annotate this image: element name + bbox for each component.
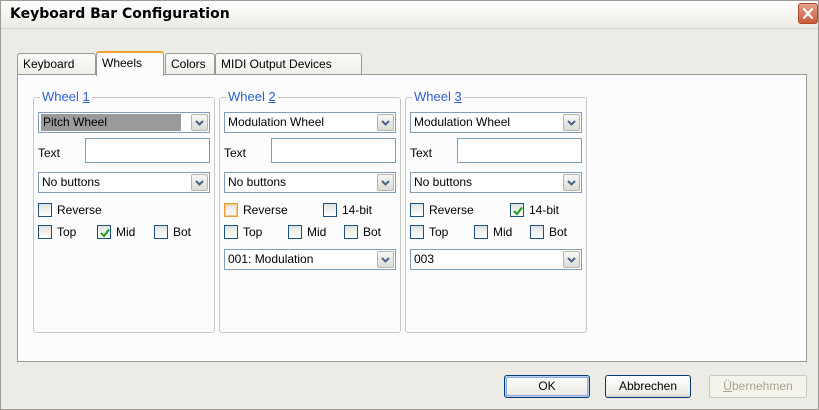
wheel-1-type-select[interactable]: Pitch Wheel — [38, 112, 210, 133]
wheel-2-type-select[interactable]: Modulation Wheel — [224, 112, 396, 133]
tab-wheels[interactable]: Wheels — [96, 51, 164, 76]
wheel-3-mid-checkbox[interactable] — [474, 225, 488, 239]
wheel-3-buttons-value: No buttons — [414, 175, 473, 189]
wheel-3-top-checkbox[interactable] — [410, 225, 424, 239]
chevron-down-icon[interactable] — [377, 114, 394, 131]
cancel-button[interactable]: Abbrechen — [605, 375, 691, 398]
wheel-2-reverse-checkbox[interactable] — [224, 203, 238, 217]
wheel-1-buttons-select[interactable]: No buttons — [38, 172, 210, 193]
wheel-3-top-label: Top — [429, 225, 449, 239]
chevron-down-icon[interactable] — [191, 174, 208, 191]
wheel-1-group: Wheel 1 Pitch Wheel Text No buttons Reve… — [33, 89, 215, 333]
wheel-2-controller-value: 001: Modulation — [228, 252, 314, 266]
wheel-1-bot-checkbox[interactable] — [154, 225, 168, 239]
apply-button[interactable]: Übernehmen — [709, 375, 807, 398]
wheel-3-bot-label: Bot — [549, 225, 568, 239]
wheel-3-title: Wheel 3 — [412, 89, 464, 104]
chevron-down-icon[interactable] — [563, 114, 580, 131]
wheel-1-mid-label: Mid — [116, 225, 136, 239]
wheel-3-group: Wheel 3 Modulation Wheel Text No buttons… — [405, 89, 587, 333]
apply-mnemonic: Ü — [723, 379, 732, 393]
close-icon — [802, 7, 814, 20]
wheel-1-top-checkbox[interactable] — [38, 225, 52, 239]
wheel-3-type-select[interactable]: Modulation Wheel — [410, 112, 582, 133]
wheel-1-type-value: Pitch Wheel — [41, 114, 181, 131]
wheel-2-buttons-value: No buttons — [228, 175, 287, 189]
chevron-down-icon[interactable] — [191, 114, 208, 131]
wheel-3-text-label: Text — [410, 146, 433, 160]
dialog-window: Keyboard Bar Configuration Keyboard Whee… — [0, 0, 819, 410]
wheels-tab-panel: Wheel 1 Pitch Wheel Text No buttons Reve… — [17, 74, 807, 362]
wheel-2-bot-label: Bot — [363, 225, 382, 239]
tab-colors-label: Colors — [171, 57, 206, 71]
checkmark-icon — [513, 206, 523, 216]
chevron-down-icon[interactable] — [377, 251, 394, 268]
wheel-1-text-label: Text — [38, 146, 61, 160]
wheel-3-reverse-checkbox[interactable] — [410, 203, 424, 217]
wheel-2-buttons-select[interactable]: No buttons — [224, 172, 396, 193]
wheel-2-bot-checkbox[interactable] — [344, 225, 358, 239]
close-button[interactable] — [798, 3, 818, 24]
wheel-2-mid-label: Mid — [307, 225, 327, 239]
tab-wheels-label: Wheels — [102, 56, 143, 70]
wheel-2-14bit-checkbox[interactable] — [323, 203, 337, 217]
wheel-3-bot-checkbox[interactable] — [530, 225, 544, 239]
ok-button[interactable]: OK — [504, 375, 590, 398]
wheel-3-type-value: Modulation Wheel — [414, 115, 511, 129]
wheel-2-title: Wheel 2 — [226, 89, 278, 104]
wheel-1-reverse-label: Reverse — [57, 203, 102, 217]
wheel-3-reverse-label: Reverse — [429, 203, 474, 217]
wheel-2-top-checkbox[interactable] — [224, 225, 238, 239]
tab-keyboard-label: Keyboard — [23, 57, 75, 71]
wheel-2-controller-select[interactable]: 001: Modulation — [224, 249, 396, 270]
wheel-3-mid-label: Mid — [493, 225, 513, 239]
wheel-2-type-value: Modulation Wheel — [228, 115, 325, 129]
wheel-2-top-label: Top — [243, 225, 263, 239]
wheel-3-14bit-checkbox[interactable] — [510, 203, 524, 217]
wheel-2-14bit-label: 14-bit — [342, 203, 373, 217]
apply-label: bernehmen — [731, 379, 793, 393]
wheel-1-reverse-checkbox[interactable] — [38, 203, 52, 217]
title-bar[interactable]: Keyboard Bar Configuration — [1, 1, 818, 29]
tab-colors[interactable]: Colors — [165, 53, 215, 74]
wheel-2-group: Wheel 2 Modulation Wheel Text No buttons… — [219, 89, 401, 333]
wheel-2-text-field[interactable] — [271, 138, 396, 163]
tab-keyboard[interactable]: Keyboard — [17, 53, 96, 74]
checkmark-icon — [100, 228, 110, 238]
wheel-3-text-field[interactable] — [457, 138, 582, 163]
wheel-1-bot-label: Bot — [173, 225, 192, 239]
tab-midi-output-devices-label: MIDI Output Devices — [221, 57, 332, 71]
wheel-3-buttons-select[interactable]: No buttons — [410, 172, 582, 193]
chevron-down-icon[interactable] — [563, 251, 580, 268]
wheel-1-mid-checkbox[interactable] — [97, 225, 111, 239]
wheel-2-mid-checkbox[interactable] — [288, 225, 302, 239]
wheel-1-buttons-value: No buttons — [42, 175, 101, 189]
wheel-2-reverse-label: Reverse — [243, 203, 288, 217]
wheel-3-controller-value: 003 — [414, 252, 435, 266]
chevron-down-icon[interactable] — [377, 174, 394, 191]
wheel-1-title: Wheel 1 — [40, 89, 92, 104]
window-title: Keyboard Bar Configuration — [10, 6, 230, 22]
wheel-3-controller-select[interactable]: 003 — [410, 249, 582, 270]
wheel-1-top-label: Top — [57, 225, 77, 239]
tab-midi-output-devices[interactable]: MIDI Output Devices — [215, 53, 362, 74]
wheel-3-14bit-label: 14-bit — [529, 203, 560, 217]
chevron-down-icon[interactable] — [563, 174, 580, 191]
wheel-1-text-field[interactable] — [85, 138, 210, 163]
wheel-2-text-label: Text — [224, 146, 247, 160]
